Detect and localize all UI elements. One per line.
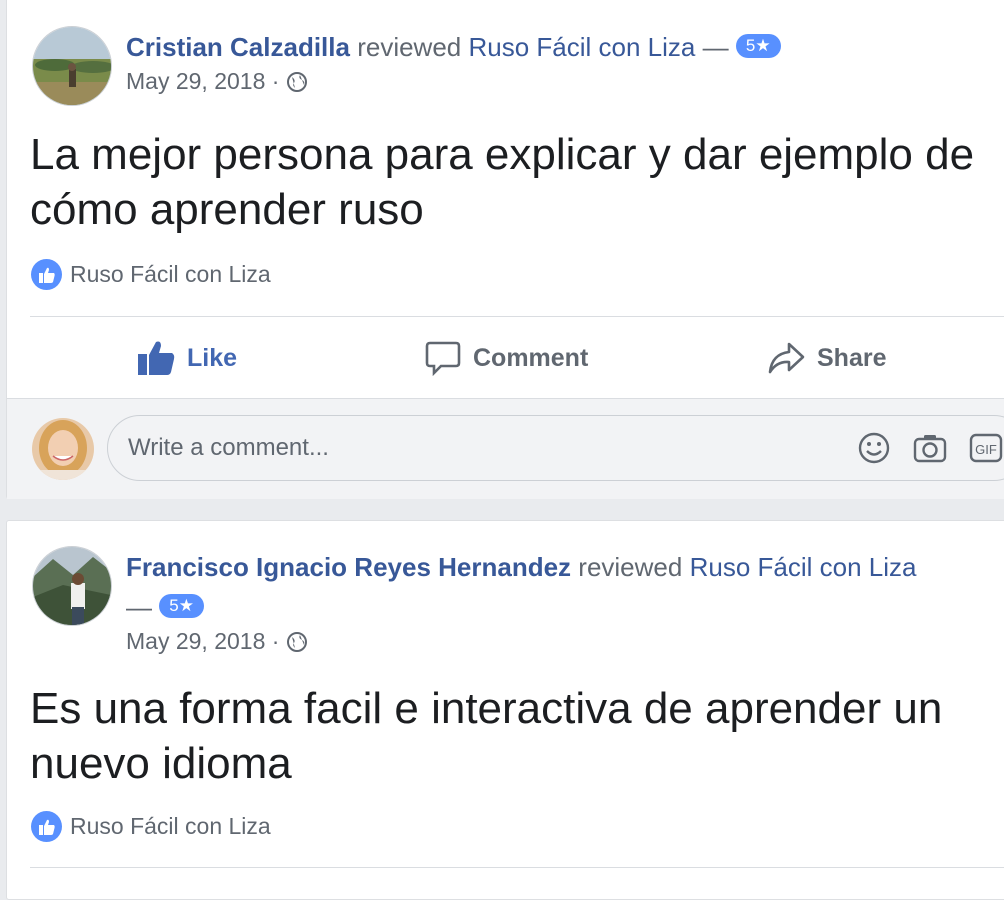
liked-by-label: Ruso Fácil con Liza (70, 813, 271, 839)
camera-icon[interactable] (913, 431, 947, 465)
author-link[interactable]: Francisco Ignacio Reyes Hernandez (126, 552, 571, 582)
divider (30, 867, 1004, 868)
meta-separator: · (271, 68, 280, 94)
post-date[interactable]: May 29, 2018 (126, 628, 265, 654)
thumbs-up-icon (138, 341, 175, 375)
review-card: Cristian Calzadilla reviewed Ruso Fácil … (6, 0, 1004, 499)
share-label: Share (817, 343, 887, 372)
rating-badge: 5★ (735, 34, 781, 59)
liked-by[interactable]: Ruso Fácil con Liza (31, 811, 271, 842)
page-link[interactable]: Ruso Fácil con Liza (690, 552, 917, 582)
current-user-avatar (32, 418, 94, 480)
action-verb: reviewed (578, 552, 683, 582)
emoji-icon[interactable] (857, 431, 891, 465)
post-date[interactable]: May 29, 2018 (126, 68, 265, 94)
rating-badge: 5★ (159, 594, 204, 619)
post-header: Francisco Ignacio Reyes Hernandez review… (126, 550, 916, 584)
dash: — (126, 592, 152, 622)
dash: — (702, 32, 729, 62)
thumbs-up-icon (31, 811, 62, 842)
divider (30, 316, 1004, 317)
globe-icon (286, 71, 307, 92)
comment-composer: GIF (7, 399, 1004, 499)
share-icon (768, 342, 805, 374)
like-label: Like (187, 343, 238, 372)
svg-text:GIF: GIF (975, 442, 997, 457)
post-header: Cristian Calzadilla reviewed Ruso Fácil … (126, 30, 781, 64)
comment-icon (425, 341, 461, 376)
meta-separator: · (271, 628, 280, 654)
comment-label: Comment (473, 343, 589, 372)
author-avatar[interactable] (32, 546, 112, 626)
review-text: Es una forma facil e interactiva de apre… (30, 684, 943, 788)
review-text: La mejor persona para explicar y dar eje… (30, 130, 975, 234)
liked-by-label: Ruso Fácil con Liza (70, 261, 271, 287)
post-meta: May 29, 2018 · (126, 628, 307, 655)
comment-button[interactable]: Comment (425, 318, 588, 398)
thumbs-up-icon (31, 259, 62, 290)
like-button[interactable]: Like (137, 318, 237, 398)
post-header-rating: — 5★ (126, 590, 204, 624)
action-bar: Like Comment Share (7, 318, 1004, 398)
share-button[interactable]: Share (767, 318, 886, 398)
action-verb: reviewed (357, 32, 462, 62)
author-avatar[interactable] (32, 26, 112, 106)
author-link[interactable]: Cristian Calzadilla (126, 32, 350, 62)
gif-icon[interactable]: GIF (969, 431, 1003, 465)
post-meta: May 29, 2018 · (126, 68, 307, 95)
page-link[interactable]: Ruso Fácil con Liza (469, 32, 696, 62)
liked-by[interactable]: Ruso Fácil con Liza (31, 259, 271, 290)
globe-icon (286, 631, 307, 652)
review-card: Francisco Ignacio Reyes Hernandez review… (6, 520, 1004, 900)
